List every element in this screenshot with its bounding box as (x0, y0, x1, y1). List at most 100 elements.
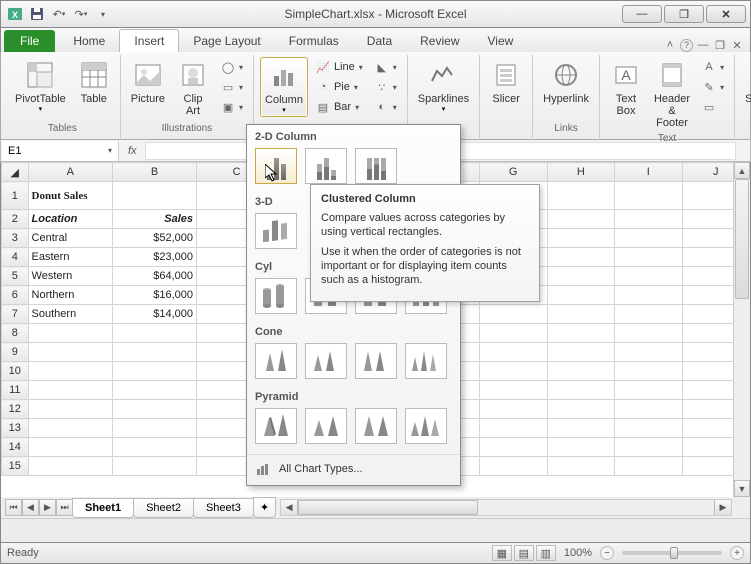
undo-icon[interactable]: ↶▾ (49, 4, 69, 24)
row-header[interactable]: 4 (2, 248, 29, 267)
vertical-scrollbar[interactable]: ▲ ▼ (733, 162, 750, 497)
zoom-slider[interactable] (622, 551, 722, 555)
zoom-out-button[interactable]: − (600, 546, 614, 560)
tab-formulas[interactable]: Formulas (275, 30, 353, 52)
all-chart-types-button[interactable]: All Chart Types... (247, 454, 460, 481)
cell[interactable]: $16,000 (113, 286, 197, 305)
table-button[interactable]: Table (74, 57, 114, 107)
chart-tile-cone-4[interactable] (405, 343, 447, 379)
doc-close-icon[interactable]: ✕ (730, 38, 744, 52)
view-normal-icon[interactable]: ▦ (492, 545, 512, 561)
chart-tile-cylinder-1[interactable] (255, 278, 297, 314)
other-chart-button[interactable]: ◐▾ (371, 97, 401, 117)
cell[interactable]: $23,000 (113, 248, 197, 267)
chart-tile-pyramid-4[interactable] (405, 408, 447, 444)
slicer-button[interactable]: Slicer (486, 57, 526, 107)
view-pagelayout-icon[interactable]: ▤ (514, 545, 534, 561)
save-icon[interactable] (27, 4, 47, 24)
col-header[interactable]: H (547, 163, 615, 182)
select-all-corner[interactable]: ◢ (2, 163, 29, 182)
textbox-button[interactable]: A Text Box (606, 57, 646, 119)
column-chart-button[interactable]: Column ▾ (260, 57, 308, 117)
chart-tile-pyramid-3[interactable] (355, 408, 397, 444)
excel-icon[interactable]: X (5, 4, 25, 24)
picture-button[interactable]: Picture (127, 57, 169, 107)
screenshot-button[interactable]: ▣▾ (217, 97, 247, 117)
chart-tile-cone-1[interactable] (255, 343, 297, 379)
chart-tile-100stacked-column[interactable] (355, 148, 397, 184)
close-button[interactable]: ✕ (706, 5, 746, 23)
line-chart-button[interactable]: 📈Line▾ (312, 57, 367, 77)
tab-insert[interactable]: Insert (119, 29, 179, 52)
tab-data[interactable]: Data (353, 30, 406, 52)
pivottable-button[interactable]: PivotTable ▾ (11, 57, 70, 115)
doc-restore-icon[interactable]: ❐ (713, 38, 727, 52)
row-header[interactable]: 12 (2, 400, 29, 419)
scroll-right-icon[interactable]: ▶ (714, 500, 731, 515)
chart-tile-cone-3[interactable] (355, 343, 397, 379)
row-header[interactable]: 14 (2, 438, 29, 457)
cell[interactable]: Eastern (28, 248, 113, 267)
cell[interactable]: Location (28, 210, 113, 229)
cell[interactable]: $14,000 (113, 305, 197, 324)
cell[interactable]: Southern (28, 305, 113, 324)
bar-chart-button[interactable]: ▤Bar▾ (312, 97, 367, 117)
tab-view[interactable]: View (474, 30, 528, 52)
cell[interactable]: Northern (28, 286, 113, 305)
cell[interactable]: Donut Sales (28, 182, 113, 210)
sheet-tab-2[interactable]: Sheet2 (133, 498, 194, 518)
scroll-up-icon[interactable]: ▲ (734, 162, 750, 179)
zoom-slider-knob[interactable] (670, 547, 678, 559)
name-box-dropdown-icon[interactable]: ▾ (108, 146, 112, 155)
horizontal-scrollbar[interactable]: ◀ ▶ (280, 499, 732, 516)
smartart-button[interactable]: ▭▾ (217, 77, 247, 97)
sheet-nav-first-icon[interactable]: ⏮ (5, 499, 22, 516)
scroll-thumb[interactable] (735, 179, 749, 299)
ribbon-minimize-icon[interactable]: ˄ (663, 38, 677, 52)
sheet-tab-3[interactable]: Sheet3 (193, 498, 254, 518)
headerfooter-button[interactable]: Header & Footer (650, 57, 694, 131)
row-header[interactable]: 3 (2, 229, 29, 248)
chart-tile-clustered-column[interactable] (255, 148, 297, 184)
col-header[interactable]: G (479, 163, 547, 182)
qat-customize-icon[interactable]: ▾ (93, 4, 113, 24)
maximize-button[interactable]: ❐ (664, 5, 704, 23)
sparklines-button[interactable]: Sparklines ▾ (414, 57, 473, 115)
doc-minimize-icon[interactable]: — (696, 38, 710, 52)
row-header[interactable]: 7 (2, 305, 29, 324)
scroll-left-icon[interactable]: ◀ (281, 500, 298, 515)
chart-tile-stacked-column[interactable] (305, 148, 347, 184)
tab-home[interactable]: Home (59, 30, 119, 52)
chart-tile-cone-2[interactable] (305, 343, 347, 379)
symbols-button[interactable]: Ω Symbols ▾ (741, 57, 751, 115)
col-header[interactable]: A (28, 163, 113, 182)
view-pagebreak-icon[interactable]: ▥ (536, 545, 556, 561)
sheet-nav-last-icon[interactable]: ⏭ (56, 499, 73, 516)
row-header[interactable]: 8 (2, 324, 29, 343)
zoom-in-button[interactable]: + (730, 546, 744, 560)
object-button[interactable]: ▭ (698, 97, 728, 117)
row-header[interactable]: 5 (2, 267, 29, 286)
clipart-button[interactable]: Clip Art (173, 57, 213, 119)
scroll-down-icon[interactable]: ▼ (734, 480, 750, 497)
minimize-button[interactable]: — (622, 5, 662, 23)
fx-icon[interactable]: fx (120, 145, 145, 157)
area-chart-button[interactable]: ◣▾ (371, 57, 401, 77)
shapes-button[interactable]: ◯▾ (217, 57, 247, 77)
row-header[interactable]: 10 (2, 362, 29, 381)
new-sheet-button[interactable]: ✦ (253, 497, 276, 518)
row-header[interactable]: 11 (2, 381, 29, 400)
scatter-chart-button[interactable]: ∵▾ (371, 77, 401, 97)
redo-icon[interactable]: ↷▾ (71, 4, 91, 24)
row-header[interactable]: 1 (2, 182, 29, 210)
wordart-button[interactable]: A▾ (698, 57, 728, 77)
sheet-nav-prev-icon[interactable]: ◀ (22, 499, 39, 516)
tab-review[interactable]: Review (406, 30, 473, 52)
cell[interactable]: Western (28, 267, 113, 286)
row-header[interactable]: 13 (2, 419, 29, 438)
hscroll-thumb[interactable] (298, 500, 478, 515)
hyperlink-button[interactable]: Hyperlink (539, 57, 593, 107)
chart-tile-3d-clustered[interactable] (255, 213, 297, 249)
tab-file[interactable]: File (4, 30, 55, 52)
col-header[interactable]: I (615, 163, 682, 182)
